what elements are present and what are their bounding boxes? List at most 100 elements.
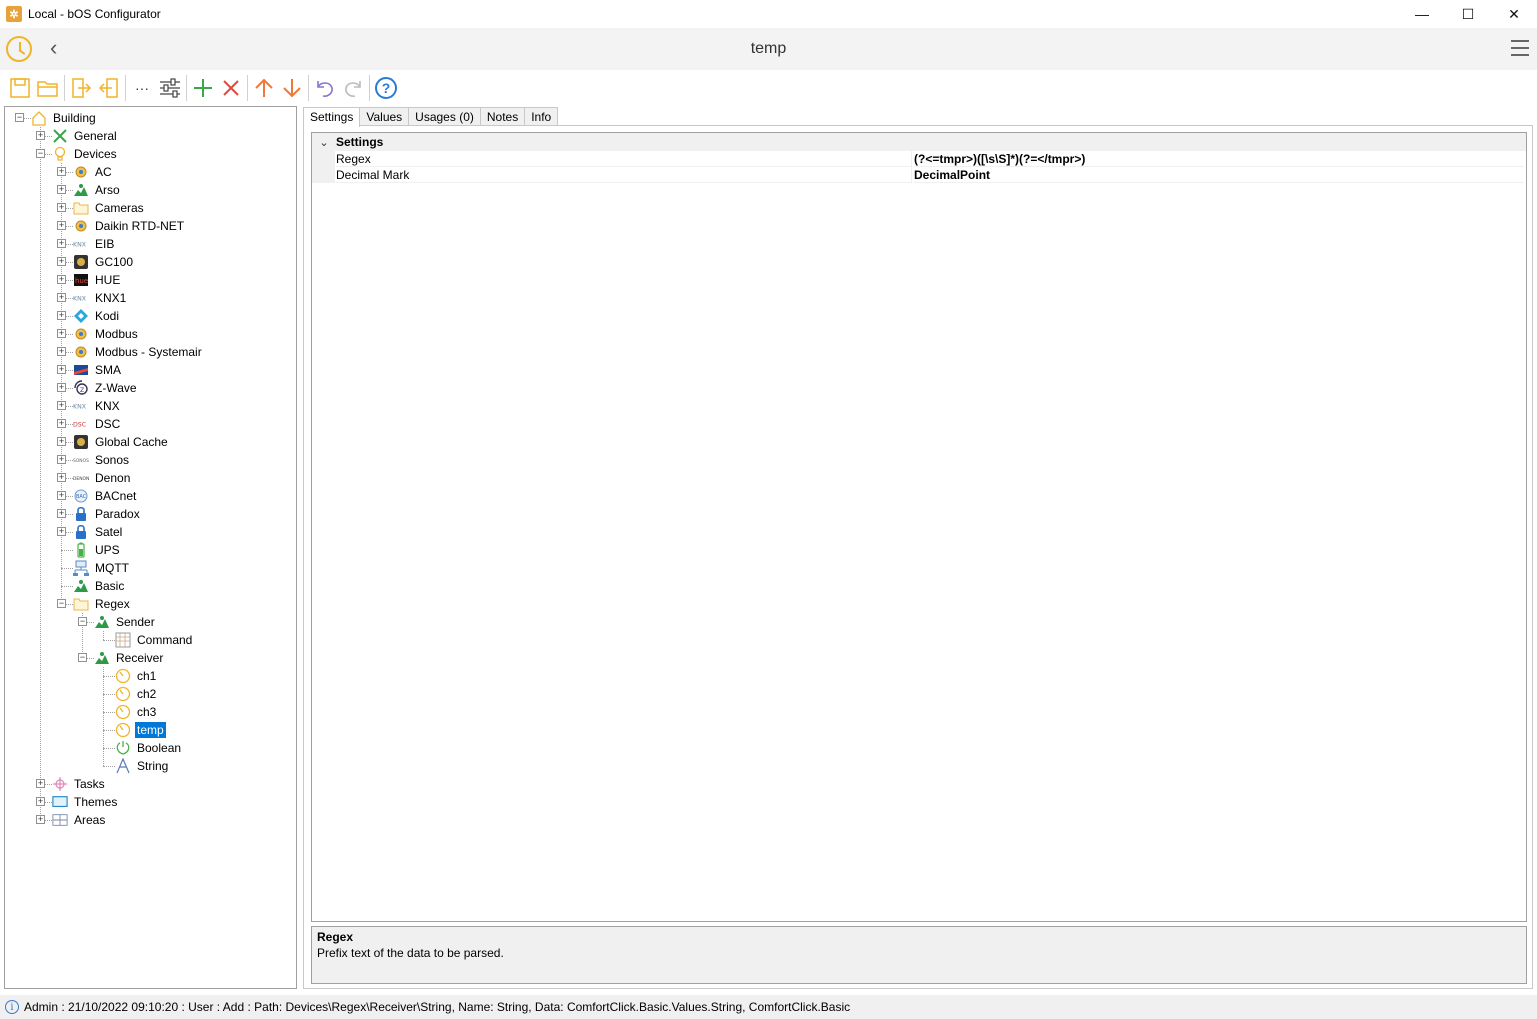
expand-icon[interactable]: +: [57, 419, 66, 428]
folder-icon: [73, 200, 89, 216]
expand-icon[interactable]: +: [57, 527, 66, 536]
expand-icon[interactable]: +: [36, 779, 45, 788]
tree-node-areas[interactable]: Areas: [52, 811, 107, 829]
tree-node-ch3[interactable]: ch3: [115, 703, 158, 721]
expand-icon[interactable]: +: [57, 293, 66, 302]
tree-node-cameras[interactable]: Cameras: [73, 199, 146, 217]
help-icon[interactable]: ?: [372, 74, 400, 102]
tree-node-eib[interactable]: KNX EIB: [73, 235, 116, 253]
expand-icon[interactable]: +: [57, 473, 66, 482]
tree-node-daikin-rtd-net[interactable]: Daikin RTD-NET: [73, 217, 186, 235]
tree-node-hue[interactable]: hue HUE: [73, 271, 122, 289]
property-value[interactable]: (?<=tmpr>)([\s\S]*)(?=</tmpr>): [914, 151, 1524, 167]
expand-icon[interactable]: +: [57, 365, 66, 374]
tree-node-general[interactable]: General: [52, 127, 119, 145]
tree-node-modbus[interactable]: Modbus: [73, 325, 140, 343]
tree-node-paradox[interactable]: Paradox: [73, 505, 142, 523]
expand-icon[interactable]: +: [57, 437, 66, 446]
tree-node-tasks[interactable]: Tasks: [52, 775, 107, 793]
expand-icon[interactable]: +: [57, 347, 66, 356]
tree-node-basic[interactable]: Basic: [73, 577, 126, 595]
collapse-icon[interactable]: −: [36, 149, 45, 158]
tree-node-bacnet[interactable]: BAC BACnet: [73, 487, 138, 505]
tree-node-kodi[interactable]: Kodi: [73, 307, 121, 325]
tab-values[interactable]: Values: [359, 107, 410, 126]
expand-icon[interactable]: +: [57, 509, 66, 518]
settings-sliders-icon[interactable]: [156, 74, 184, 102]
collapse-icon[interactable]: −: [78, 653, 87, 662]
delete-icon[interactable]: [217, 74, 245, 102]
tree-node-denon[interactable]: DENON Denon: [73, 469, 132, 487]
expand-icon[interactable]: +: [57, 455, 66, 464]
device-tree[interactable]: − Building + General − Devices + AC + Arso + Camera…: [4, 106, 297, 989]
tree-node-temp[interactable]: temp: [115, 721, 166, 739]
expand-icon[interactable]: +: [57, 311, 66, 320]
tree-node-building[interactable]: Building: [31, 109, 98, 127]
expand-icon[interactable]: +: [36, 797, 45, 806]
property-row-regex[interactable]: Regex (?<=tmpr>)([\s\S]*)(?=</tmpr>): [312, 151, 1526, 167]
hamburger-menu-icon[interactable]: [1511, 40, 1529, 56]
tree-node-ac[interactable]: AC: [73, 163, 114, 181]
close-button[interactable]: ✕: [1491, 0, 1537, 28]
tree-node-knx1[interactable]: KNX KNX1: [73, 289, 128, 307]
collapse-icon[interactable]: −: [78, 617, 87, 626]
more-icon[interactable]: ···: [128, 74, 156, 102]
tab-info[interactable]: Info: [524, 107, 559, 126]
expand-icon[interactable]: +: [36, 131, 45, 140]
tree-node-gc100[interactable]: GC100: [73, 253, 135, 271]
tree-node-ch2[interactable]: ch2: [115, 685, 158, 703]
tree-node-command[interactable]: Command: [115, 631, 194, 649]
tree-node-sonos[interactable]: SONOS Sonos: [73, 451, 131, 469]
expand-icon[interactable]: +: [57, 257, 66, 266]
tree-node-mqtt[interactable]: MQTT: [73, 559, 131, 577]
tree-node-satel[interactable]: Satel: [73, 523, 124, 541]
tree-node-z-wave[interactable]: Z Z-Wave: [73, 379, 139, 397]
tree-node-arso[interactable]: Arso: [73, 181, 122, 199]
move-up-icon[interactable]: [250, 74, 278, 102]
tree-node-knx[interactable]: KNX KNX: [73, 397, 122, 415]
collapse-icon[interactable]: −: [15, 113, 24, 122]
tree-node-themes[interactable]: Themes: [52, 793, 119, 811]
collapse-icon[interactable]: −: [57, 599, 66, 608]
tree-node-global-cache[interactable]: Global Cache: [73, 433, 170, 451]
redo-icon[interactable]: [339, 74, 367, 102]
expand-icon[interactable]: +: [57, 275, 66, 284]
maximize-button[interactable]: ☐: [1445, 0, 1491, 28]
undo-icon[interactable]: [311, 74, 339, 102]
tree-node-dsc[interactable]: DSC DSC: [73, 415, 122, 433]
minimize-button[interactable]: —: [1399, 0, 1445, 28]
expand-icon[interactable]: +: [57, 383, 66, 392]
chevron-down-icon[interactable]: ⌄: [312, 136, 336, 149]
expand-icon[interactable]: +: [57, 491, 66, 500]
open-folder-icon[interactable]: [34, 74, 62, 102]
tree-node-devices[interactable]: Devices: [52, 145, 119, 163]
category-row[interactable]: ⌄ Settings: [312, 133, 1526, 151]
tree-node-sender[interactable]: Sender: [94, 613, 157, 631]
tree-node-receiver[interactable]: Receiver: [94, 649, 165, 667]
tab-usages-0[interactable]: Usages (0): [408, 107, 481, 126]
tree-node-ups[interactable]: UPS: [73, 541, 122, 559]
expand-icon[interactable]: +: [57, 203, 66, 212]
tab-notes[interactable]: Notes: [479, 107, 526, 126]
move-down-icon[interactable]: [278, 74, 306, 102]
expand-icon[interactable]: +: [57, 239, 66, 248]
import-icon[interactable]: [95, 74, 123, 102]
expand-icon[interactable]: +: [57, 185, 66, 194]
tree-node-sma[interactable]: SMA: [73, 361, 123, 379]
export-icon[interactable]: [67, 74, 95, 102]
tree-node-regex[interactable]: Regex: [73, 595, 132, 613]
expand-icon[interactable]: +: [57, 167, 66, 176]
add-icon[interactable]: [189, 74, 217, 102]
expand-icon[interactable]: +: [57, 401, 66, 410]
property-value[interactable]: DecimalPoint: [914, 167, 1524, 183]
expand-icon[interactable]: +: [57, 221, 66, 230]
tree-node-string[interactable]: String: [115, 757, 170, 775]
tree-node-modbus-systemair[interactable]: Modbus - Systemair: [73, 343, 204, 361]
property-row-decimal-mark[interactable]: Decimal Mark DecimalPoint: [312, 167, 1526, 183]
expand-icon[interactable]: +: [36, 815, 45, 824]
tree-node-boolean[interactable]: Boolean: [115, 739, 183, 757]
save-icon[interactable]: [6, 74, 34, 102]
expand-icon[interactable]: +: [57, 329, 66, 338]
tab-settings[interactable]: Settings: [303, 107, 361, 127]
tree-node-ch1[interactable]: ch1: [115, 667, 158, 685]
